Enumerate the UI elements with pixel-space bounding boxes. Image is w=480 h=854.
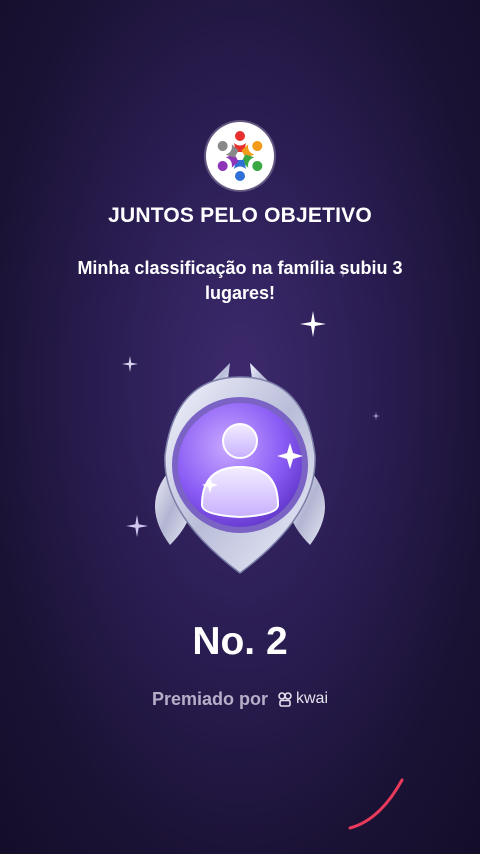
ranking-message: Minha classificação na família subiu 3 l… <box>77 258 403 303</box>
person-medal-icon <box>155 363 325 574</box>
page-title: JUNTOS PELO OBJETIVO <box>108 204 372 227</box>
sparkle-icon <box>372 412 380 420</box>
family-logo <box>206 122 274 190</box>
awarded-by-label: Premiado por <box>151 688 268 709</box>
rank-number: No. 2 <box>192 620 288 663</box>
awarded-by-row: Premiado por kwai <box>0 686 480 712</box>
kwai-icon <box>278 691 292 707</box>
people-circle-logo-icon <box>217 131 263 181</box>
sparkle-icon <box>300 311 326 337</box>
brand-logo: kwai <box>278 690 328 708</box>
brand-name: kwai <box>296 690 329 707</box>
decorative-stroke <box>348 778 404 830</box>
